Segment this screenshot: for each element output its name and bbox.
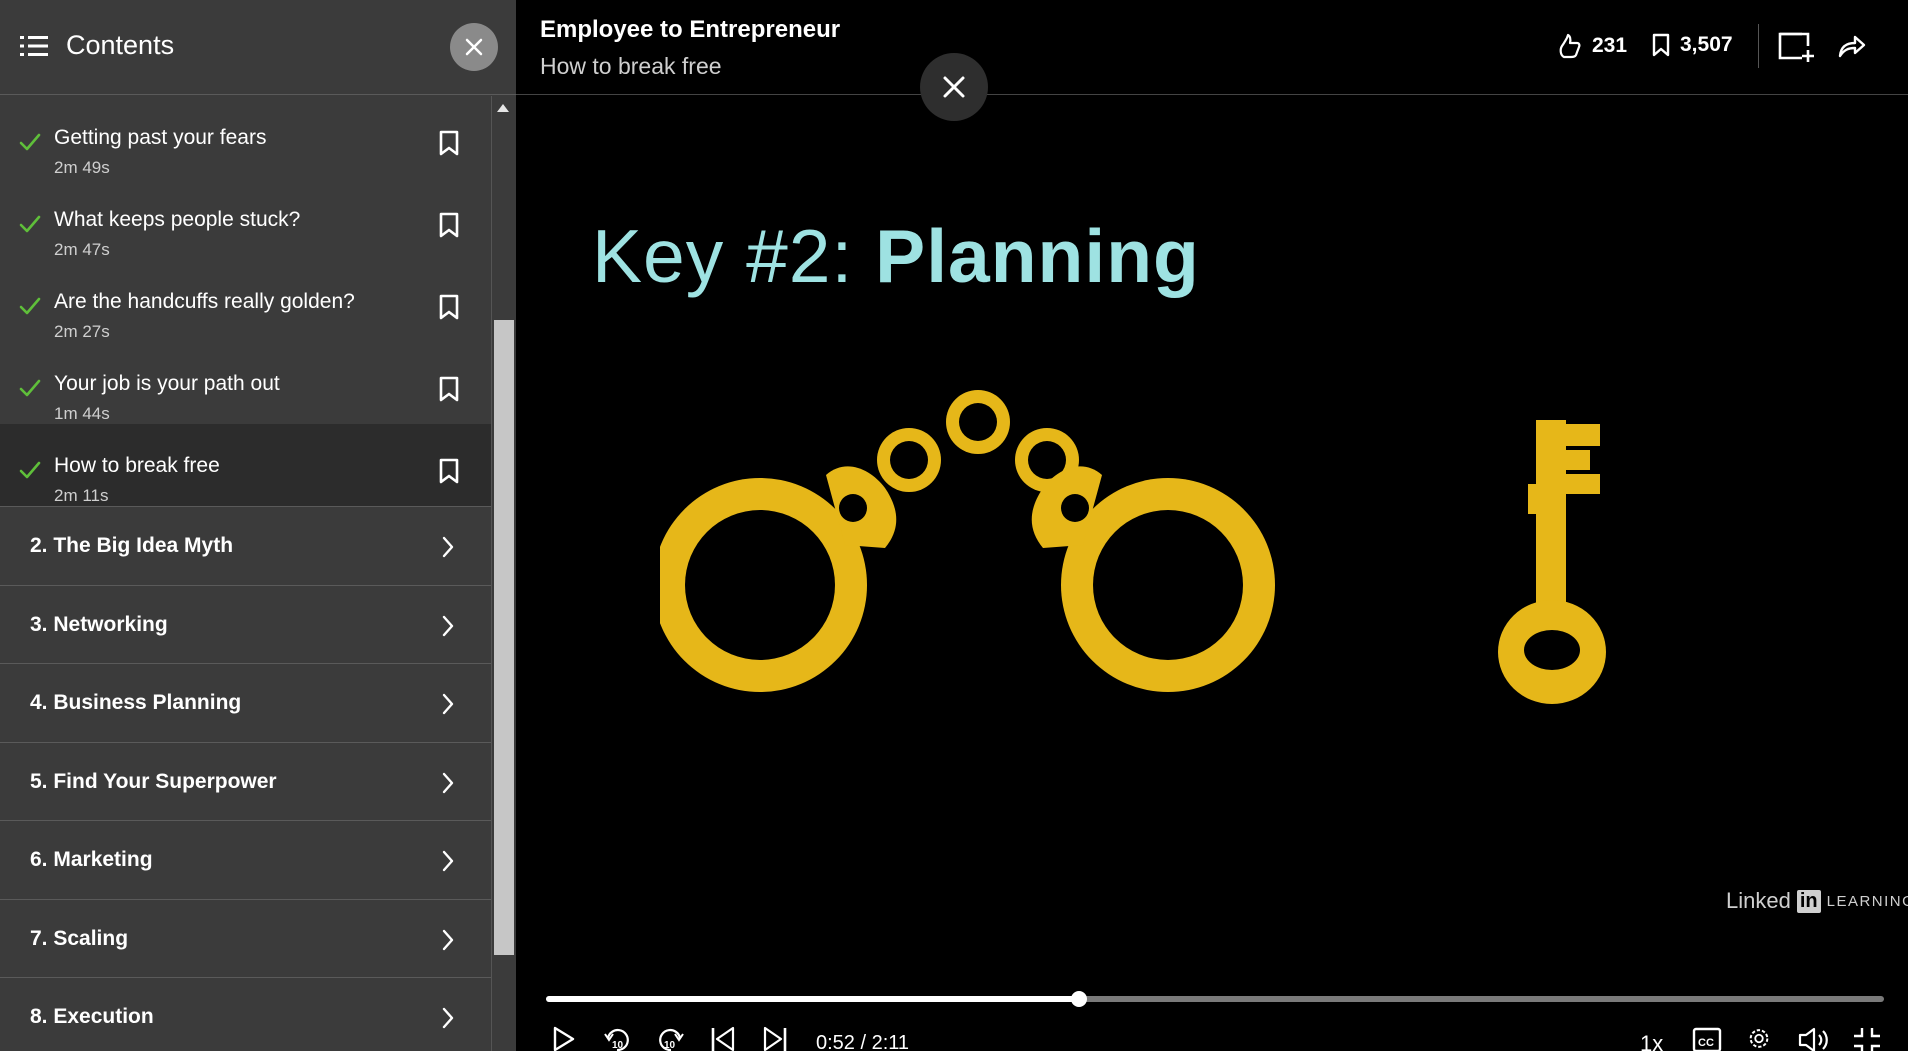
course-title[interactable]: Employee to Entrepreneur bbox=[540, 16, 840, 44]
previous-video-icon[interactable] bbox=[710, 1026, 736, 1051]
next-video-icon[interactable] bbox=[762, 1026, 788, 1051]
exit-fullscreen-icon[interactable] bbox=[1852, 1026, 1882, 1051]
video-progress-bar[interactable] bbox=[546, 991, 1884, 1007]
like-count: 231 bbox=[1592, 34, 1628, 57]
chapter-section[interactable]: 3. Networking bbox=[0, 584, 491, 664]
video-item[interactable]: What keeps people stuck? 2m 47s bbox=[0, 178, 491, 260]
forward-10-icon[interactable]: 10 bbox=[656, 1026, 686, 1051]
watermark-product: LEARNING bbox=[1826, 892, 1908, 910]
chapter-section[interactable]: 2. The Big Idea Myth bbox=[0, 506, 491, 585]
close-icon bbox=[465, 38, 483, 56]
scroll-up-arrow-icon[interactable] bbox=[497, 104, 509, 112]
check-icon bbox=[19, 461, 41, 479]
bookmark-icon[interactable] bbox=[438, 376, 460, 402]
watermark-in: in bbox=[1796, 889, 1821, 913]
chapter-section[interactable]: 7. Scaling bbox=[0, 898, 491, 978]
list-icon bbox=[20, 36, 48, 56]
sidebar-scrollbar[interactable] bbox=[491, 96, 516, 1051]
contents-sidebar: Contents Getting past your fears 2m 49s Wh… bbox=[0, 0, 516, 1051]
check-icon bbox=[19, 215, 41, 233]
svg-text:CC: CC bbox=[1698, 1037, 1714, 1049]
bookmark-icon bbox=[1652, 33, 1670, 57]
video-item-title: What keeps people stuck? bbox=[54, 208, 301, 231]
playback-time: 0:52 / 2:11 bbox=[816, 1032, 910, 1051]
check-icon bbox=[19, 379, 41, 397]
rewind-10-icon[interactable]: 10 bbox=[602, 1026, 632, 1051]
chapter-section-label: 4. Business Planning bbox=[30, 691, 242, 714]
video-item-duration: 1m 44s bbox=[54, 404, 110, 423]
chapter-section-label: 2. The Big Idea Myth bbox=[30, 534, 234, 557]
video-item-duration: 2m 49s bbox=[54, 158, 110, 177]
scroll-thumb[interactable] bbox=[494, 320, 514, 955]
playback-speed-button[interactable]: 1x bbox=[1640, 1031, 1663, 1051]
like-icon bbox=[1559, 33, 1581, 59]
progress-fill bbox=[546, 996, 1079, 1002]
settings-gear-icon[interactable] bbox=[1744, 1026, 1774, 1051]
video-item-duration: 2m 27s bbox=[54, 322, 110, 341]
linkedin-learning-watermark: Linked in LEARNING bbox=[1726, 888, 1908, 914]
video-item-duration: 2m 11s bbox=[54, 486, 109, 505]
handcuffs-icon bbox=[660, 390, 1275, 692]
chevron-right-icon bbox=[442, 693, 454, 715]
volume-icon[interactable] bbox=[1798, 1026, 1830, 1051]
video-item[interactable]: Your job is your path out 1m 44s bbox=[0, 342, 491, 424]
chevron-right-icon bbox=[442, 1007, 454, 1029]
handcuffs-and-key-illustration bbox=[660, 390, 1606, 704]
video-item[interactable]: How to break free 2m 11s bbox=[0, 424, 491, 506]
chevron-right-icon bbox=[442, 536, 454, 558]
check-icon bbox=[19, 133, 41, 151]
slide-title: Key #2: Planning bbox=[592, 213, 1200, 299]
video-item-title: Your job is your path out bbox=[54, 372, 280, 395]
chevron-right-icon bbox=[442, 772, 454, 793]
chevron-right-icon bbox=[442, 615, 454, 636]
bookmark-icon[interactable] bbox=[438, 212, 460, 238]
contents-list: Getting past your fears 2m 49s What keeps … bbox=[0, 96, 491, 1051]
chapter-section-label: 6. Marketing bbox=[30, 848, 153, 871]
chapter-section[interactable]: 8. Execution bbox=[0, 977, 491, 1051]
watermark-brand: Linked bbox=[1726, 888, 1791, 913]
key-icon bbox=[1498, 420, 1606, 704]
video-title: How to break free bbox=[540, 53, 722, 79]
sidebar-title: Contents bbox=[66, 30, 175, 60]
add-to-collection-icon bbox=[1778, 32, 1814, 62]
add-to-collection-button[interactable] bbox=[1778, 32, 1814, 62]
video-item[interactable]: Are the handcuffs really golden? 2m 27s bbox=[0, 260, 491, 342]
header-divider bbox=[1758, 24, 1759, 68]
share-button[interactable] bbox=[1838, 34, 1866, 58]
bookmark-icon[interactable] bbox=[438, 130, 460, 156]
close-video-overlay-button[interactable] bbox=[920, 53, 988, 121]
chapter-section-label: 8. Execution bbox=[30, 1005, 154, 1028]
video-item-duration: 2m 47s bbox=[54, 240, 110, 259]
close-icon bbox=[943, 76, 965, 98]
closed-captions-icon[interactable]: CC bbox=[1692, 1026, 1722, 1051]
svg-text:10: 10 bbox=[664, 1040, 676, 1051]
save-count: 3,507 bbox=[1680, 33, 1733, 56]
chevron-right-icon bbox=[442, 850, 454, 872]
chapter-section-label: 7. Scaling bbox=[30, 926, 129, 950]
sidebar-header: Contents bbox=[0, 0, 516, 95]
chapter-section[interactable]: 6. Marketing bbox=[0, 820, 491, 899]
bookmark-icon[interactable] bbox=[438, 294, 460, 320]
video-item-title: Getting past your fears bbox=[54, 126, 267, 149]
svg-text:10: 10 bbox=[612, 1040, 624, 1051]
check-icon bbox=[19, 297, 41, 315]
video-item-title: Are the handcuffs really golden? bbox=[54, 290, 355, 313]
save-count-button[interactable]: 3,507 bbox=[1652, 33, 1733, 57]
chevron-right-icon bbox=[442, 929, 454, 950]
video-item-title: How to break free bbox=[54, 454, 220, 477]
close-sidebar-button[interactable] bbox=[450, 23, 498, 71]
progress-scrubber[interactable] bbox=[1070, 991, 1087, 1007]
slide-title-emphasis: Planning bbox=[875, 214, 1200, 298]
video-item[interactable]: Getting past your fears 2m 49s bbox=[0, 96, 491, 178]
chapter-section[interactable]: 4. Business Planning bbox=[0, 663, 491, 742]
slide-title-prefix: Key #2: bbox=[592, 214, 876, 298]
chapter-section-label: 5. Find Your Superpower bbox=[30, 769, 277, 793]
bookmark-icon[interactable] bbox=[438, 458, 460, 484]
chapter-section-label: 3. Networking bbox=[30, 612, 168, 636]
play-icon[interactable] bbox=[552, 1026, 576, 1051]
share-icon bbox=[1838, 35, 1866, 58]
chapter-section[interactable]: 5. Find Your Superpower bbox=[0, 741, 491, 821]
like-button[interactable]: 231 bbox=[1558, 33, 1627, 59]
player-controls: 10 10 0:52 / 2:11 1x CC bbox=[546, 1026, 1896, 1051]
